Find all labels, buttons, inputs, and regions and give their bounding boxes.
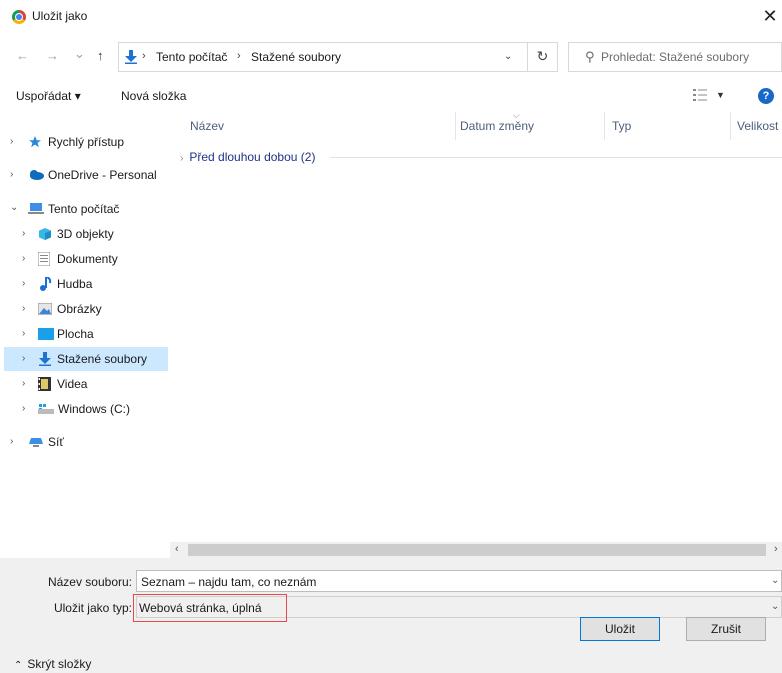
sidebar-item-videos[interactable]: › Videa bbox=[0, 372, 168, 396]
sidebar-item-label: OneDrive - Personal bbox=[48, 168, 157, 182]
new-folder-button[interactable]: Nová složka bbox=[121, 89, 186, 103]
organize-button[interactable]: Uspořádat ▾ bbox=[16, 89, 81, 103]
help-button[interactable]: ? bbox=[758, 88, 774, 104]
computer-icon bbox=[28, 203, 44, 214]
sidebar-item-3d-objects[interactable]: › 3D objekty bbox=[0, 222, 168, 246]
sidebar-item-label: Rychlý přístup bbox=[48, 135, 125, 149]
sidebar-item-windows-c[interactable]: › Windows (C:) bbox=[0, 397, 168, 421]
scroll-left-icon[interactable]: ‹ bbox=[175, 543, 179, 555]
breadcrumb-downloads[interactable]: Stažené soubory bbox=[251, 50, 341, 64]
scrollbar-thumb[interactable] bbox=[188, 544, 766, 556]
window-title: Uložit jako bbox=[32, 9, 88, 23]
close-button[interactable]: ✕ bbox=[758, 4, 782, 28]
sidebar-item-quick-access[interactable]: › Rychlý přístup bbox=[0, 130, 168, 154]
downloads-icon bbox=[125, 50, 137, 64]
search-icon: ⚲ bbox=[585, 49, 595, 64]
cloud-icon bbox=[30, 170, 44, 180]
hide-folders-toggle[interactable]: ⌃ Skrýt složky bbox=[14, 657, 91, 671]
chevron-up-icon: ⌃ bbox=[14, 660, 23, 671]
sidebar-item-onedrive[interactable]: › OneDrive - Personal bbox=[0, 163, 168, 187]
refresh-icon[interactable]: ↻ bbox=[527, 42, 557, 72]
up-button[interactable]: ↑ bbox=[97, 48, 104, 63]
column-header-size[interactable]: Velikost bbox=[737, 119, 778, 133]
group-header[interactable]: › Před dlouhou dobou (2) bbox=[180, 150, 315, 164]
downloads-icon bbox=[39, 352, 51, 366]
music-note-icon bbox=[40, 277, 52, 291]
network-icon bbox=[29, 438, 43, 447]
star-icon bbox=[29, 136, 41, 148]
save-type-label: Uložit jako typ: bbox=[53, 601, 132, 615]
sidebar-item-music[interactable]: › Hudba bbox=[0, 272, 168, 296]
drive-icon bbox=[38, 404, 54, 414]
title-bar bbox=[0, 0, 782, 32]
breadcrumb-separator: › bbox=[237, 50, 241, 62]
recent-locations-button[interactable]: ⌄ bbox=[74, 46, 85, 62]
sidebar-item-label: 3D objekty bbox=[57, 227, 114, 241]
group-label: Před dlouhou dobou (2) bbox=[189, 150, 316, 164]
chevron-down-icon[interactable]: ⌄ bbox=[771, 575, 779, 586]
cube-icon bbox=[39, 228, 51, 240]
desktop-icon bbox=[38, 328, 54, 340]
sidebar-item-pictures[interactable]: › Obrázky bbox=[0, 297, 168, 321]
column-header-name[interactable]: Název bbox=[190, 119, 224, 133]
sidebar-item-documents[interactable]: › Dokumenty bbox=[0, 247, 168, 271]
sidebar-item-label: Tento počítač bbox=[48, 202, 120, 216]
filename-value[interactable]: Seznam – najdu tam, co neznám bbox=[141, 575, 316, 589]
sidebar-item-desktop[interactable]: › Plocha bbox=[0, 322, 168, 346]
chevron-down-icon[interactable]: ⌄ bbox=[504, 51, 512, 62]
column-header-date-modified[interactable]: Datum změny bbox=[460, 119, 534, 133]
sidebar-item-label: Videa bbox=[57, 377, 88, 391]
sidebar-item-label: Windows (C:) bbox=[58, 402, 131, 416]
view-options-icon[interactable] bbox=[693, 89, 707, 101]
chrome-logo-icon bbox=[12, 10, 26, 24]
file-list[interactable] bbox=[170, 112, 782, 542]
sidebar-item-label: Hudba bbox=[57, 277, 93, 291]
sidebar-item-label: Plocha bbox=[57, 327, 94, 341]
scroll-right-icon[interactable]: › bbox=[774, 543, 778, 555]
sidebar-item-downloads[interactable]: › Stažené soubory bbox=[4, 347, 168, 371]
sidebar-item-label: Dokumenty bbox=[57, 252, 118, 266]
sidebar-item-network[interactable]: › Síť bbox=[0, 430, 168, 454]
breadcrumb-this-pc[interactable]: Tento počítač bbox=[156, 50, 227, 64]
column-divider[interactable] bbox=[604, 112, 605, 140]
column-divider[interactable] bbox=[455, 112, 456, 140]
document-icon bbox=[38, 252, 50, 266]
sidebar-item-label: Síť bbox=[48, 435, 64, 449]
navigation-pane: › Rychlý přístup › OneDrive - Personal ⌄… bbox=[0, 112, 168, 542]
view-dropdown-icon[interactable]: ▼ bbox=[716, 90, 725, 100]
column-divider[interactable] bbox=[730, 112, 731, 140]
command-bar bbox=[0, 84, 782, 112]
highlight-box bbox=[133, 594, 287, 622]
pictures-icon bbox=[38, 303, 52, 315]
video-icon bbox=[38, 377, 51, 391]
sidebar-item-label: Obrázky bbox=[57, 302, 102, 316]
back-button[interactable]: ← bbox=[16, 48, 29, 63]
filename-label: Název souboru: bbox=[47, 575, 132, 589]
search-input[interactable]: Prohledat: Stažené soubory bbox=[601, 50, 749, 64]
chevron-right-icon: › bbox=[180, 153, 184, 164]
forward-button[interactable]: → bbox=[46, 48, 59, 63]
group-divider bbox=[330, 157, 782, 158]
hide-folders-label: Skrýt složky bbox=[27, 657, 92, 671]
save-button[interactable]: Uložit bbox=[580, 617, 660, 641]
cancel-button[interactable]: Zrušit bbox=[686, 617, 766, 641]
chevron-down-icon[interactable]: ⌄ bbox=[771, 601, 779, 612]
breadcrumb-separator: › bbox=[142, 50, 146, 62]
sidebar-item-this-pc[interactable]: ⌄ Tento počítač bbox=[0, 197, 168, 221]
column-header-type[interactable]: Typ bbox=[612, 119, 631, 133]
sidebar-item-label: Stažené soubory bbox=[57, 352, 148, 366]
